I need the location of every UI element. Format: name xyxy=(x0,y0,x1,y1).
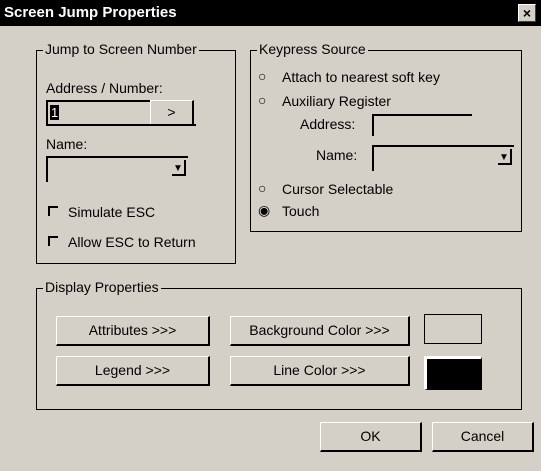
line-color-swatch[interactable] xyxy=(424,356,482,390)
background-color-button-label: Background Color >>> xyxy=(249,322,390,338)
allow-esc-return-label: Allow ESC to Return xyxy=(68,234,196,250)
aux-address-label: Address: xyxy=(300,116,356,132)
address-number-value: 1 xyxy=(50,105,60,120)
touch-label: Touch xyxy=(282,203,320,219)
aux-name-label: Name: xyxy=(316,147,358,163)
radio-auxiliary-register[interactable]: ○ xyxy=(258,93,270,107)
cancel-button[interactable]: Cancel xyxy=(432,422,534,452)
attach-soft-key-label: Attach to nearest soft key xyxy=(282,69,440,85)
jump-name-label: Name: xyxy=(46,136,88,152)
address-input-underline xyxy=(46,124,196,126)
address-number-label: Address / Number: xyxy=(46,80,163,96)
ok-button[interactable]: OK xyxy=(320,422,422,452)
jump-to-screen-group-label: Jump to Screen Number xyxy=(43,41,199,57)
legend-button-label: Legend >>> xyxy=(94,362,171,378)
line-color-button[interactable]: Line Color >>> xyxy=(230,356,410,386)
display-properties-group: Display Properties xyxy=(36,279,522,410)
close-button[interactable]: × xyxy=(518,4,536,22)
attributes-button[interactable]: Attributes >>> xyxy=(56,316,210,346)
address-browse-button[interactable]: > xyxy=(150,100,194,126)
background-color-button[interactable]: Background Color >>> xyxy=(230,316,410,346)
line-color-button-label: Line Color >>> xyxy=(273,362,366,378)
display-properties-group-label: Display Properties xyxy=(43,279,161,295)
address-browse-label: > xyxy=(167,104,176,120)
allow-esc-return-checkbox[interactable] xyxy=(48,236,58,246)
radio-cursor-selectable[interactable]: ○ xyxy=(258,181,270,195)
simulate-esc-checkbox[interactable] xyxy=(48,206,58,216)
attributes-button-label: Attributes >>> xyxy=(88,322,177,338)
aux-address-input[interactable] xyxy=(372,114,472,136)
cursor-selectable-label: Cursor Selectable xyxy=(282,181,394,197)
aux-name-dropdown[interactable]: ▼ xyxy=(372,145,514,171)
window-title: Screen Jump Properties xyxy=(4,4,177,21)
jump-name-dropdown[interactable]: ▼ xyxy=(46,156,188,182)
close-icon: × xyxy=(522,5,532,21)
background-color-swatch[interactable] xyxy=(424,314,482,344)
simulate-esc-label: Simulate ESC xyxy=(68,204,156,220)
radio-touch[interactable]: ◉ xyxy=(258,203,270,217)
screen-jump-properties-dialog: Screen Jump Properties × Jump to Screen … xyxy=(0,0,541,471)
title-bar[interactable]: Screen Jump Properties × xyxy=(0,0,541,26)
ok-button-label: OK xyxy=(360,428,381,444)
cancel-button-label: Cancel xyxy=(460,428,505,444)
auxiliary-register-label: Auxiliary Register xyxy=(282,93,391,109)
address-number-input[interactable]: 1 xyxy=(46,100,150,126)
keypress-source-group-label: Keypress Source xyxy=(257,41,368,57)
chevron-down-icon[interactable]: ▼ xyxy=(498,149,512,165)
chevron-down-icon[interactable]: ▼ xyxy=(172,160,186,176)
radio-attach-soft-key[interactable]: ○ xyxy=(258,69,270,83)
legend-button[interactable]: Legend >>> xyxy=(56,356,210,386)
